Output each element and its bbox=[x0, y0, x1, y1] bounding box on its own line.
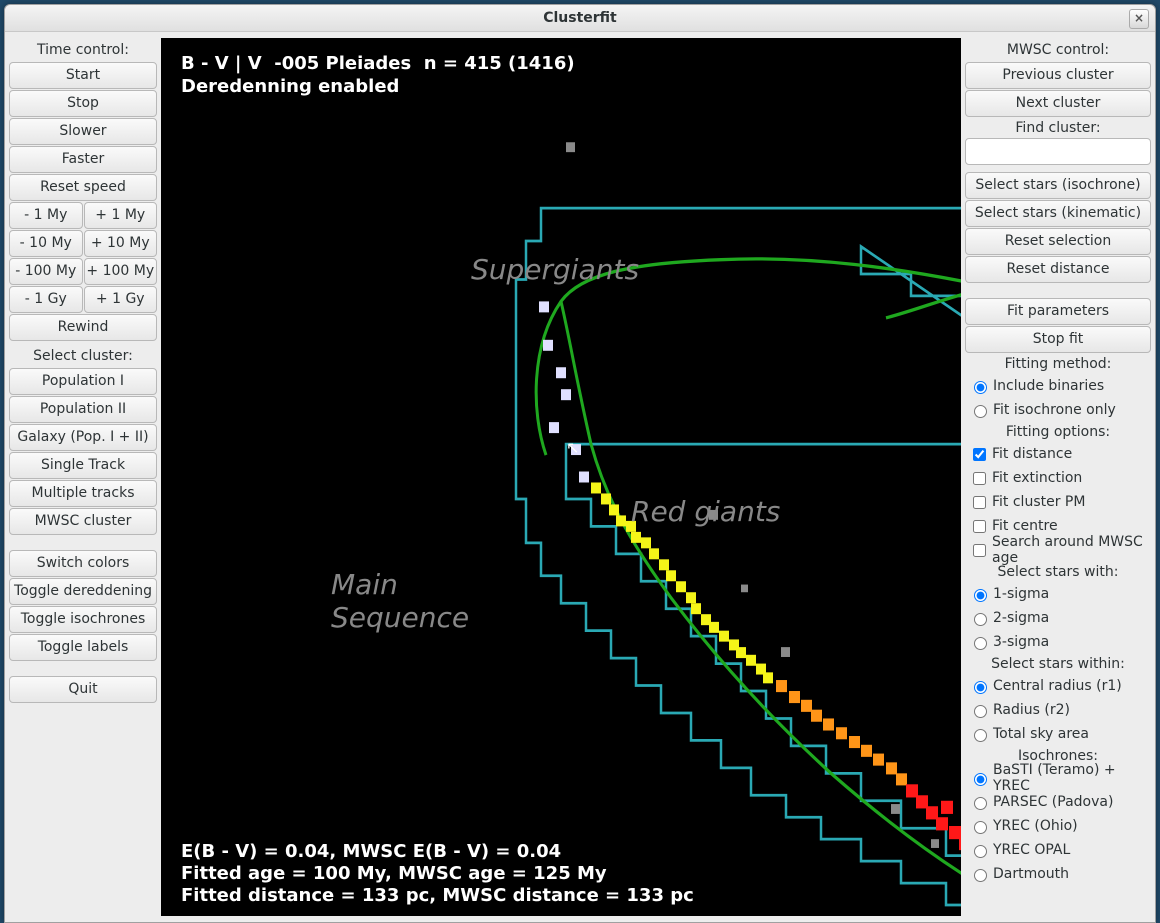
find-cluster-label: Find cluster: bbox=[965, 118, 1151, 138]
minus-100my-button[interactable]: - 100 My bbox=[9, 258, 83, 285]
opt-1-sigma[interactable]: 1-sigma bbox=[965, 582, 1151, 606]
reset-speed-button[interactable]: Reset speed bbox=[9, 174, 157, 201]
plot-footer-line2: Fitted age = 100 My, MWSC age = 125 My bbox=[181, 863, 607, 884]
opt-fit-extinction[interactable]: Fit extinction bbox=[965, 466, 1151, 490]
opt-fit-pm[interactable]: Fit cluster PM bbox=[965, 490, 1151, 514]
minus-10my-button[interactable]: - 10 My bbox=[9, 230, 83, 257]
hr-diagram bbox=[161, 38, 961, 916]
mwsc-control-label: MWSC control: bbox=[965, 36, 1151, 62]
select-stars-with-label: Select stars with: bbox=[965, 562, 1151, 582]
region-redgiants: Red giants bbox=[631, 495, 780, 528]
checkbox-fit-centre[interactable] bbox=[973, 520, 986, 533]
select-stars-kinematic-button[interactable]: Select stars (kinematic) bbox=[965, 200, 1151, 227]
single-track-button[interactable]: Single Track bbox=[9, 452, 157, 479]
radio-fit-iso-only[interactable] bbox=[974, 405, 987, 418]
app-window: Clusterfit × Time control: Start Stop Sl… bbox=[4, 4, 1156, 923]
radio-include-binaries[interactable] bbox=[974, 381, 987, 394]
opt-yrec[interactable]: YREC (Ohio) bbox=[965, 814, 1151, 838]
plus-1gy-button[interactable]: + 1 Gy bbox=[84, 286, 158, 313]
rewind-button[interactable]: Rewind bbox=[9, 314, 157, 341]
radio-yrec-opal[interactable] bbox=[974, 845, 987, 858]
plus-100my-button[interactable]: + 100 My bbox=[84, 258, 158, 285]
reset-selection-button[interactable]: Reset selection bbox=[965, 228, 1151, 255]
multiple-tracks-button[interactable]: Multiple tracks bbox=[9, 480, 157, 507]
population-2-button[interactable]: Population II bbox=[9, 396, 157, 423]
opt-dartmouth[interactable]: Dartmouth bbox=[965, 862, 1151, 886]
plot-footer-line3: Fitted distance = 133 pc, MWSC distance … bbox=[181, 885, 694, 906]
galaxy-button[interactable]: Galaxy (Pop. I + II) bbox=[9, 424, 157, 451]
stop-fit-button[interactable]: Stop fit bbox=[965, 326, 1151, 353]
fitting-options-label: Fitting options: bbox=[965, 422, 1151, 442]
region-mainsequence: Main Sequence bbox=[331, 568, 469, 634]
plot-footer-line1: E(B - V) = 0.04, MWSC E(B - V) = 0.04 bbox=[181, 841, 561, 862]
switch-colors-button[interactable]: Switch colors bbox=[9, 550, 157, 577]
select-stars-within-label: Select stars within: bbox=[965, 654, 1151, 674]
select-cluster-label: Select cluster: bbox=[9, 342, 157, 368]
opt-search-mwsc-age[interactable]: Search around MWSC age bbox=[965, 538, 1151, 562]
titlebar[interactable]: Clusterfit × bbox=[5, 5, 1155, 32]
fit-parameters-button[interactable]: Fit parameters bbox=[965, 298, 1151, 325]
minus-1my-button[interactable]: - 1 My bbox=[9, 202, 83, 229]
opt-fit-iso-only[interactable]: Fit isochrone only bbox=[965, 398, 1151, 422]
plus-10my-button[interactable]: + 10 My bbox=[84, 230, 158, 257]
opt-include-binaries[interactable]: Include binaries bbox=[965, 374, 1151, 398]
slower-button[interactable]: Slower bbox=[9, 118, 157, 145]
toggle-labels-button[interactable]: Toggle labels bbox=[9, 634, 157, 661]
plus-1my-button[interactable]: + 1 My bbox=[84, 202, 158, 229]
checkbox-fit-distance[interactable] bbox=[973, 448, 986, 461]
cursor-icon: ↖︎ bbox=[566, 438, 579, 457]
opt-2-sigma[interactable]: 2-sigma bbox=[965, 606, 1151, 630]
region-supergiants: Supergiants bbox=[471, 253, 639, 286]
radio-total-sky[interactable] bbox=[974, 729, 987, 742]
opt-3-sigma[interactable]: 3-sigma bbox=[965, 630, 1151, 654]
toggle-dereddening-button[interactable]: Toggle dereddening bbox=[9, 578, 157, 605]
radio-2-sigma[interactable] bbox=[974, 613, 987, 626]
opt-yrec-opal[interactable]: YREC OPAL bbox=[965, 838, 1151, 862]
faster-button[interactable]: Faster bbox=[9, 146, 157, 173]
radio-radius[interactable] bbox=[974, 705, 987, 718]
plot-header-line1: B - V | V -005 Pleiades n = 415 (1416) bbox=[181, 53, 575, 74]
select-stars-isochrone-button[interactable]: Select stars (isochrone) bbox=[965, 172, 1151, 199]
plot-area[interactable]: B - V | V -005 Pleiades n = 415 (1416) D… bbox=[161, 38, 961, 916]
time-control-label: Time control: bbox=[9, 36, 157, 62]
window-title: Clusterfit bbox=[543, 10, 617, 26]
plot-header-line2: Deredenning enabled bbox=[181, 76, 399, 97]
opt-central-radius[interactable]: Central radius (r1) bbox=[965, 674, 1151, 698]
opt-basti[interactable]: BaSTI (Teramo) + YREC bbox=[965, 766, 1151, 790]
mwsc-cluster-button[interactable]: MWSC cluster bbox=[9, 508, 157, 535]
checkbox-search-mwsc-age[interactable] bbox=[973, 544, 986, 557]
radio-yrec[interactable] bbox=[974, 821, 987, 834]
left-panel: Time control: Start Stop Slower Faster R… bbox=[9, 36, 157, 918]
radio-1-sigma[interactable] bbox=[974, 589, 987, 602]
opt-parsec[interactable]: PARSEC (Padova) bbox=[965, 790, 1151, 814]
content: Time control: Start Stop Slower Faster R… bbox=[5, 32, 1155, 922]
opt-total-sky[interactable]: Total sky area bbox=[965, 722, 1151, 746]
toggle-isochrones-button[interactable]: Toggle isochrones bbox=[9, 606, 157, 633]
right-panel: MWSC control: Previous cluster Next clus… bbox=[965, 36, 1151, 918]
fitting-method-label: Fitting method: bbox=[965, 354, 1151, 374]
next-cluster-button[interactable]: Next cluster bbox=[965, 90, 1151, 117]
radio-3-sigma[interactable] bbox=[974, 637, 987, 650]
checkbox-fit-extinction[interactable] bbox=[973, 472, 986, 485]
reset-distance-button[interactable]: Reset distance bbox=[965, 256, 1151, 283]
close-icon[interactable]: × bbox=[1129, 9, 1149, 29]
radio-basti[interactable] bbox=[974, 773, 987, 786]
quit-button[interactable]: Quit bbox=[9, 676, 157, 703]
start-button[interactable]: Start bbox=[9, 62, 157, 89]
minus-1gy-button[interactable]: - 1 Gy bbox=[9, 286, 83, 313]
checkbox-fit-pm[interactable] bbox=[973, 496, 986, 509]
radio-dartmouth[interactable] bbox=[974, 869, 987, 882]
opt-fit-distance[interactable]: Fit distance bbox=[965, 442, 1151, 466]
radio-parsec[interactable] bbox=[974, 797, 987, 810]
find-cluster-input[interactable] bbox=[965, 138, 1151, 165]
previous-cluster-button[interactable]: Previous cluster bbox=[965, 62, 1151, 89]
opt-radius[interactable]: Radius (r2) bbox=[965, 698, 1151, 722]
population-1-button[interactable]: Population I bbox=[9, 368, 157, 395]
stop-button[interactable]: Stop bbox=[9, 90, 157, 117]
radio-central-radius[interactable] bbox=[974, 681, 987, 694]
